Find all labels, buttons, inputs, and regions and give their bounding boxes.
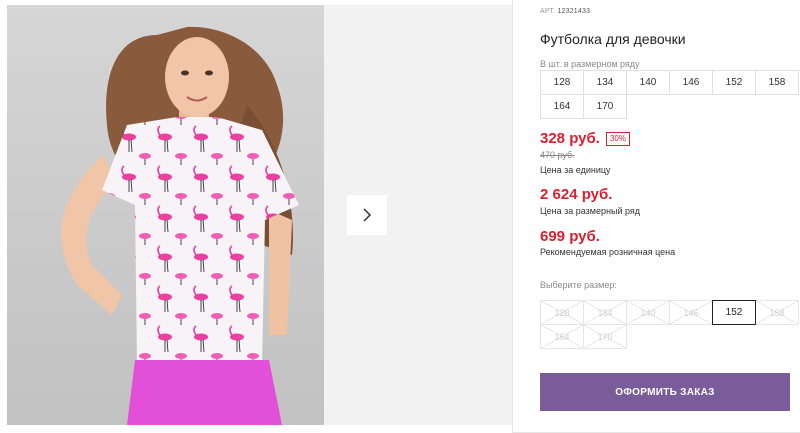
size-range-cell: 134: [583, 70, 627, 95]
product-photo-illustration: [61, 26, 299, 425]
article-number: АРТ. 12321433: [540, 8, 590, 15]
size-option[interactable]: 158: [755, 300, 799, 325]
choose-size-label: Выберите размер:: [540, 280, 617, 290]
retail-price: 699 руб.: [540, 228, 600, 245]
next-photo-button[interactable]: [347, 195, 387, 235]
size-picker: 128 134 140 146 152 158 164 170: [540, 300, 799, 349]
size-option[interactable]: 146: [669, 300, 713, 325]
unit-price: 328 руб.: [540, 130, 600, 147]
size-option[interactable]: 140: [626, 300, 670, 325]
size-option-label: 158: [769, 307, 785, 318]
article-value: 12321433: [557, 8, 591, 15]
size-range-label: В шт. в размерном ряду: [540, 59, 640, 69]
size-option[interactable]: 170: [583, 324, 627, 349]
size-option-label: 152: [725, 307, 743, 318]
size-range-cell: 146: [669, 70, 713, 95]
retail-price-caption: Рекомендуемая розничная цена: [540, 247, 676, 257]
product-info-panel: АРТ. 12321433 Футболка для девочки В шт.…: [540, 0, 799, 433]
chevron-right-icon: [363, 208, 372, 222]
panel-divider: [512, 0, 513, 433]
size-option-label: 140: [640, 307, 656, 318]
old-price: 470 руб.: [540, 150, 575, 160]
range-price: 2 624 руб.: [540, 186, 613, 203]
size-range-cell: 170: [583, 94, 627, 119]
size-range-cell: 164: [540, 94, 584, 119]
product-title: Футболка для девочки: [540, 31, 686, 47]
size-option[interactable]: 164: [540, 324, 584, 349]
range-price-caption: Цена за размерный ряд: [540, 206, 641, 216]
size-range-cell: 152: [712, 70, 756, 95]
size-option-label: 146: [683, 307, 699, 318]
size-range-cell: 158: [755, 70, 799, 95]
product-photo[interactable]: [7, 5, 324, 425]
unit-price-row: 328 руб. 30%: [540, 130, 630, 147]
size-option-label: 170: [597, 331, 613, 342]
order-button[interactable]: ОФОРМИТЬ ЗАКАЗ: [540, 373, 790, 411]
size-option[interactable]: 128: [540, 300, 584, 325]
size-option-label: 128: [554, 307, 570, 318]
size-option-label: 164: [554, 331, 570, 342]
size-option[interactable]: 152: [712, 300, 756, 325]
size-option-label: 134: [597, 307, 613, 318]
product-gallery: [0, 0, 512, 433]
size-range-cell: 140: [626, 70, 670, 95]
unit-price-caption: Цена за единицу: [540, 165, 611, 175]
size-range-grid: 128 134 140 146 152 158 164 170: [540, 70, 799, 119]
size-option[interactable]: 134: [583, 300, 627, 325]
size-range-cell: 128: [540, 70, 584, 95]
article-label: АРТ.: [540, 8, 556, 15]
discount-badge: 30%: [605, 131, 630, 146]
